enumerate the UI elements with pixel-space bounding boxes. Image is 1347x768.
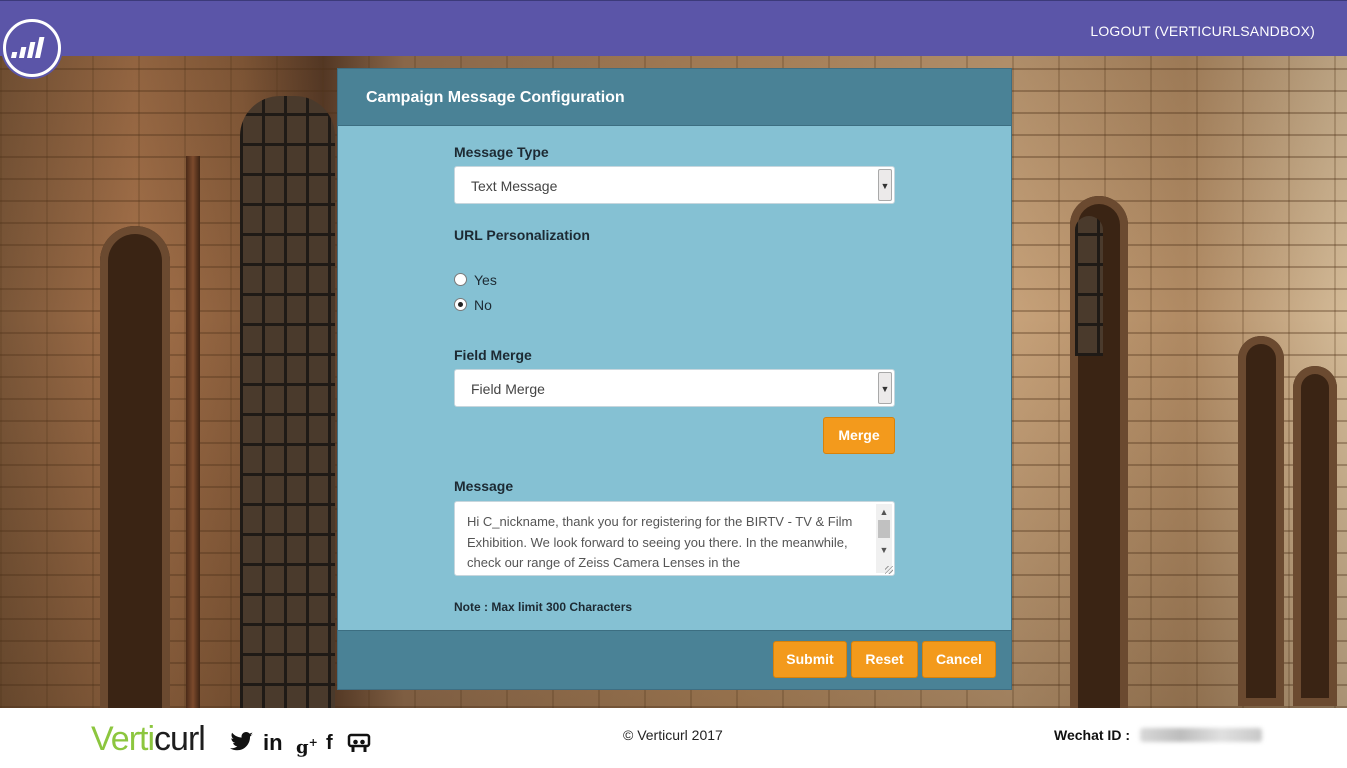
resize-grip-icon[interactable] <box>885 566 893 574</box>
message-textarea[interactable]: Hi C_nickname, thank you for registering… <box>454 501 895 576</box>
message-text: Hi C_nickname, thank you for registering… <box>467 514 853 570</box>
radio-yes[interactable] <box>454 273 467 286</box>
app-logo[interactable] <box>3 19 61 77</box>
brand-part-2: curl <box>154 720 206 758</box>
url-personalization-label: URL Personalization <box>454 227 590 243</box>
message-type-value: Text Message <box>471 178 558 194</box>
dialog-header: Campaign Message Configuration <box>338 69 1011 126</box>
message-type-select[interactable]: Text Message ▼ <box>454 166 895 204</box>
radio-no-label: No <box>474 297 492 313</box>
stone-arch-right-2 <box>1238 336 1284 706</box>
page-footer: Verticurl in g+ f © Verticurl 2017 Wecha… <box>0 708 1347 768</box>
chart-bars-logo-icon <box>9 25 55 71</box>
reset-button[interactable]: Reset <box>851 641 918 678</box>
radio-no[interactable] <box>454 298 467 311</box>
top-navigation-bar: LOGOUT (VERTICURLSANDBOX) <box>0 0 1347 56</box>
stone-arch-right-3 <box>1293 366 1337 706</box>
slideshare-icon[interactable] <box>347 732 371 761</box>
dialog-title: Campaign Message Configuration <box>366 89 625 106</box>
field-merge-label: Field Merge <box>454 347 532 363</box>
verticurl-logo: Verticurl <box>91 720 206 758</box>
scroll-thumb[interactable] <box>878 520 890 538</box>
cancel-button[interactable]: Cancel <box>922 641 996 678</box>
merge-button[interactable]: Merge <box>823 417 895 454</box>
logout-link[interactable]: LOGOUT (VERTICURLSANDBOX) <box>1090 23 1315 39</box>
barred-window-left <box>240 96 335 708</box>
field-merge-value: Field Merge <box>471 381 545 397</box>
message-label: Message <box>454 478 514 494</box>
scroll-down-icon[interactable]: ▼ <box>876 542 892 558</box>
copyright-text: © Verticurl 2017 <box>623 727 723 743</box>
dialog-footer: Submit Reset Cancel <box>338 630 1011 689</box>
brand-part-1: Verti <box>91 720 155 758</box>
chevron-down-icon[interactable]: ▼ <box>878 372 892 404</box>
scroll-up-icon[interactable]: ▲ <box>876 504 892 520</box>
stone-arch-left <box>100 226 170 708</box>
barred-window-right <box>1075 216 1103 356</box>
campaign-config-dialog: Campaign Message Configuration Message T… <box>337 68 1012 690</box>
field-merge-select[interactable]: Field Merge ▼ <box>454 369 895 407</box>
google-plus-icon[interactable]: g+ <box>296 732 318 759</box>
textarea-scrollbar[interactable]: ▲ ▼ <box>876 504 892 573</box>
chevron-down-icon[interactable]: ▼ <box>878 169 892 201</box>
submit-button[interactable]: Submit <box>773 641 847 678</box>
radio-yes-label: Yes <box>474 272 497 288</box>
character-limit-note: Note : Max limit 300 Characters <box>454 600 633 614</box>
linkedin-icon[interactable]: in <box>263 732 283 754</box>
wechat-id-value-redacted <box>1140 728 1262 742</box>
wechat-id-label: Wechat ID : <box>1054 727 1130 743</box>
message-type-label: Message Type <box>454 144 549 160</box>
facebook-icon[interactable]: f <box>326 732 333 754</box>
drain-pipe <box>186 156 200 708</box>
twitter-icon[interactable] <box>230 732 254 757</box>
